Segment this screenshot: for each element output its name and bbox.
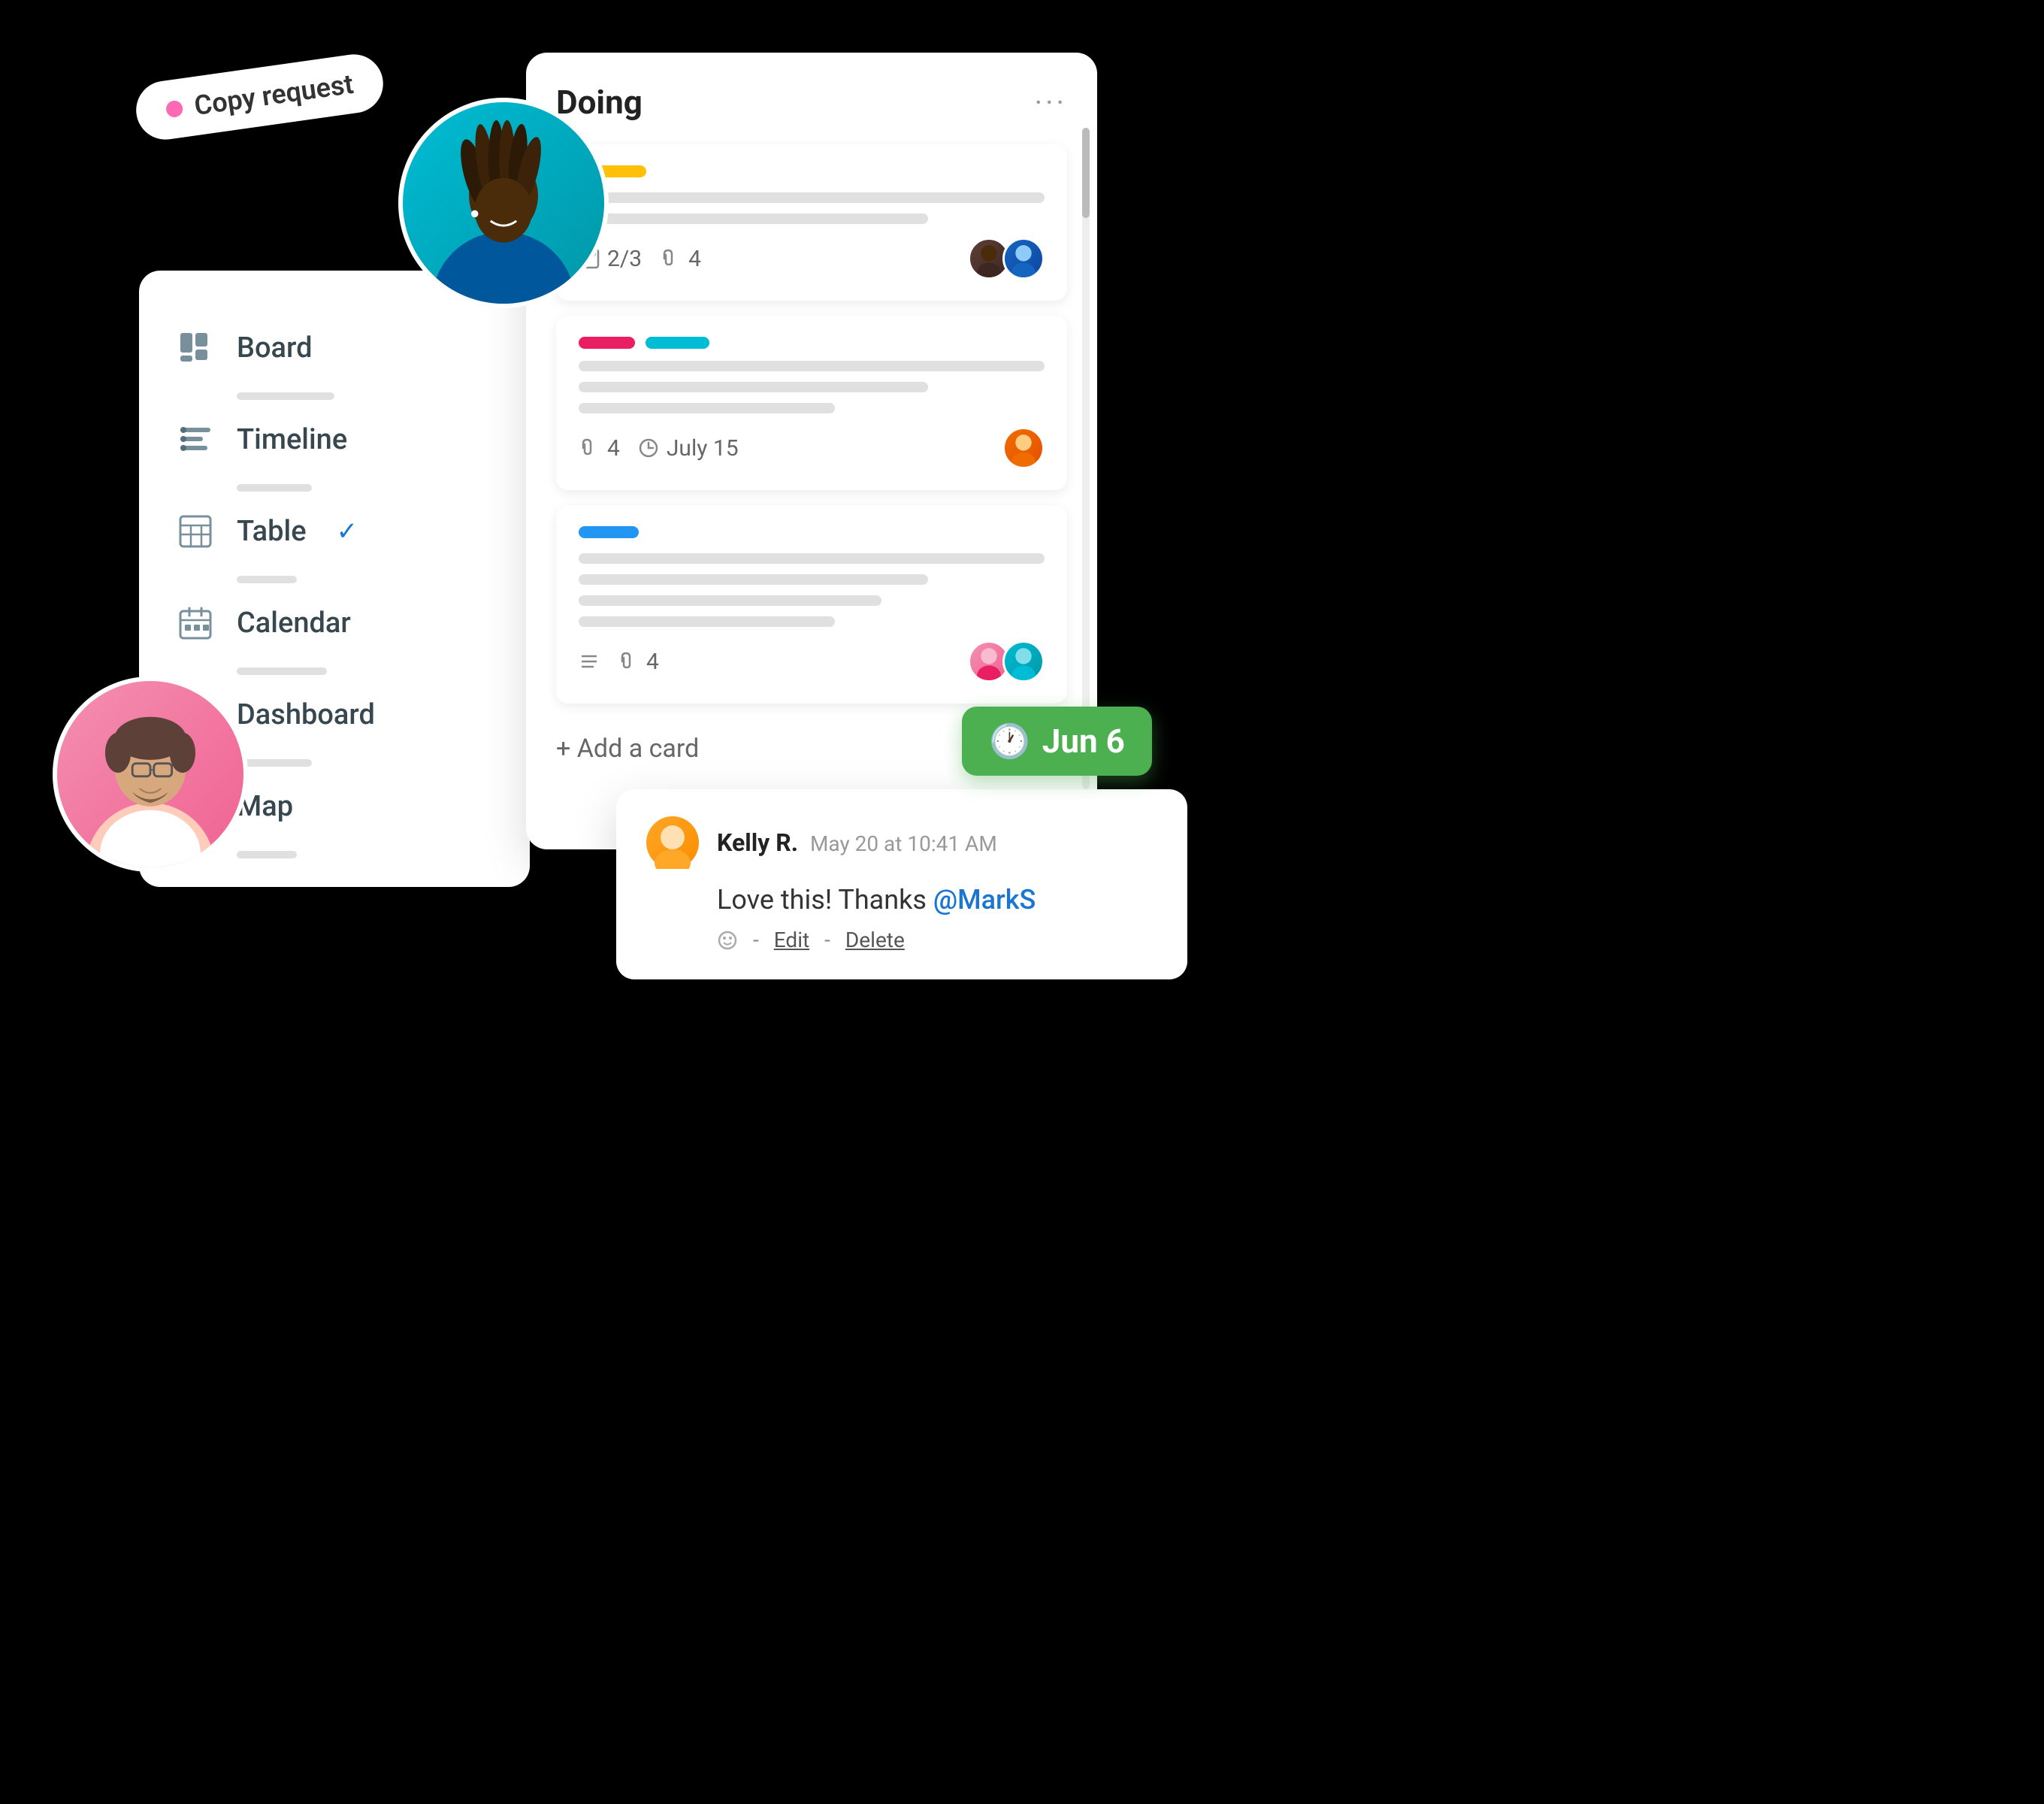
comment-actions: - Edit - Delete: [717, 928, 1157, 952]
sidebar-board-label: Board: [237, 331, 313, 365]
card2-line1: [579, 361, 1045, 371]
card2-date-val: July 15: [667, 435, 739, 462]
card1-attach: 4: [660, 246, 701, 272]
date-badge: 🕐 Jun 6: [962, 707, 1152, 776]
card1-attach-val: 4: [688, 246, 701, 272]
card3-line1: [579, 553, 1045, 564]
card3-meta: 4: [579, 640, 1045, 683]
sidebar-item-table[interactable]: Table ✓: [139, 492, 530, 571]
timeline-icon: [177, 421, 214, 459]
sidebar-item-board[interactable]: Board: [139, 308, 530, 388]
table-check: ✓: [337, 516, 358, 546]
avatar-cyan2: [1002, 640, 1045, 683]
kanban-options-dots[interactable]: ···: [1035, 85, 1067, 120]
sidebar-table-label: Table: [237, 515, 307, 548]
card1-line1: [579, 192, 1045, 203]
sidebar-dashboard-label: Dashboard: [237, 698, 375, 731]
copy-request-dot: [165, 100, 184, 119]
emoji-icon[interactable]: [717, 930, 738, 951]
timeline-underline: [237, 484, 312, 492]
comment-panel: Kelly R. May 20 at 10:41 AM Love this! T…: [616, 789, 1187, 979]
avatar-orange: [1002, 427, 1045, 469]
comment-avatar: [646, 816, 699, 869]
card2-attach: 4: [579, 435, 620, 462]
card1-avatars: [968, 238, 1045, 280]
calendar-underline: [237, 667, 327, 675]
avatar-blue: [1002, 238, 1045, 280]
edit-link[interactable]: Edit: [774, 928, 809, 952]
kanban-header: Doing ···: [556, 83, 1067, 122]
board-icon: [177, 329, 214, 367]
comment-action-edit-sep: -: [753, 928, 759, 952]
card3-attach-val: 4: [646, 649, 659, 675]
sidebar-item-calendar[interactable]: Calendar: [139, 583, 530, 663]
map-underline: [237, 851, 297, 858]
card1-meta: 2/3 4: [579, 238, 1045, 280]
comment-meta: Kelly R. May 20 at 10:41 AM: [717, 828, 997, 857]
card3-avatars: [968, 640, 1045, 683]
comment-mention: @MarkS: [933, 884, 1036, 916]
card2-tag-cyan: [646, 337, 709, 349]
copy-request-label: Copy request: [192, 68, 355, 122]
delete-link[interactable]: Delete: [845, 928, 905, 952]
date-badge-icon: 🕐: [989, 722, 1030, 761]
board-underline: [237, 392, 334, 400]
card2-attach-val: 4: [607, 435, 620, 462]
card1-line2: [579, 213, 928, 224]
sidebar-timeline-label: Timeline: [237, 423, 347, 456]
card2-date: July 15: [638, 435, 739, 462]
sidebar-item-timeline[interactable]: Timeline: [139, 400, 530, 480]
card2-meta: 4 July 15: [579, 427, 1045, 469]
comment-author: Kelly R.: [717, 828, 798, 857]
card3-lines-icon: [579, 651, 600, 672]
comment-text: Love this! Thanks @MarkS: [717, 884, 1157, 916]
card3-tag: [579, 526, 639, 538]
dashboard-underline: [237, 759, 312, 767]
kanban-card-1[interactable]: 2/3 4: [556, 144, 1067, 301]
comment-action-del-sep: -: [824, 928, 830, 952]
table-icon: [177, 513, 214, 550]
card3-line2: [579, 574, 928, 585]
date-badge-label: Jun 6: [1042, 722, 1125, 761]
calendar-icon: [177, 604, 214, 642]
card1-checklist-val: 2/3: [607, 246, 642, 272]
kanban-title: Doing: [556, 83, 643, 122]
avatar-pink: [53, 676, 248, 872]
card2-line3: [579, 403, 835, 413]
card2-line2: [579, 382, 928, 392]
kanban-scroll-thumb: [1082, 128, 1090, 218]
kanban-card-2[interactable]: 4 July 15: [556, 316, 1067, 490]
comment-time: May 20 at 10:41 AM: [810, 831, 997, 856]
card3-line3: [579, 595, 881, 606]
comment-header: Kelly R. May 20 at 10:41 AM: [646, 816, 1157, 869]
kanban-card-3[interactable]: 4: [556, 505, 1067, 704]
add-card-label: + Add a card: [556, 734, 699, 764]
card3-line4: [579, 616, 835, 627]
sidebar-calendar-label: Calendar: [237, 607, 351, 640]
table-underline: [237, 576, 297, 583]
card3-attach: 4: [618, 649, 659, 675]
card2-tag-pink: [579, 337, 635, 349]
avatar-teal: [398, 98, 609, 308]
card2-avatars: [1002, 427, 1045, 469]
copy-request-tag: Copy request: [132, 50, 387, 143]
kanban-scrollbar[interactable]: [1082, 128, 1090, 789]
